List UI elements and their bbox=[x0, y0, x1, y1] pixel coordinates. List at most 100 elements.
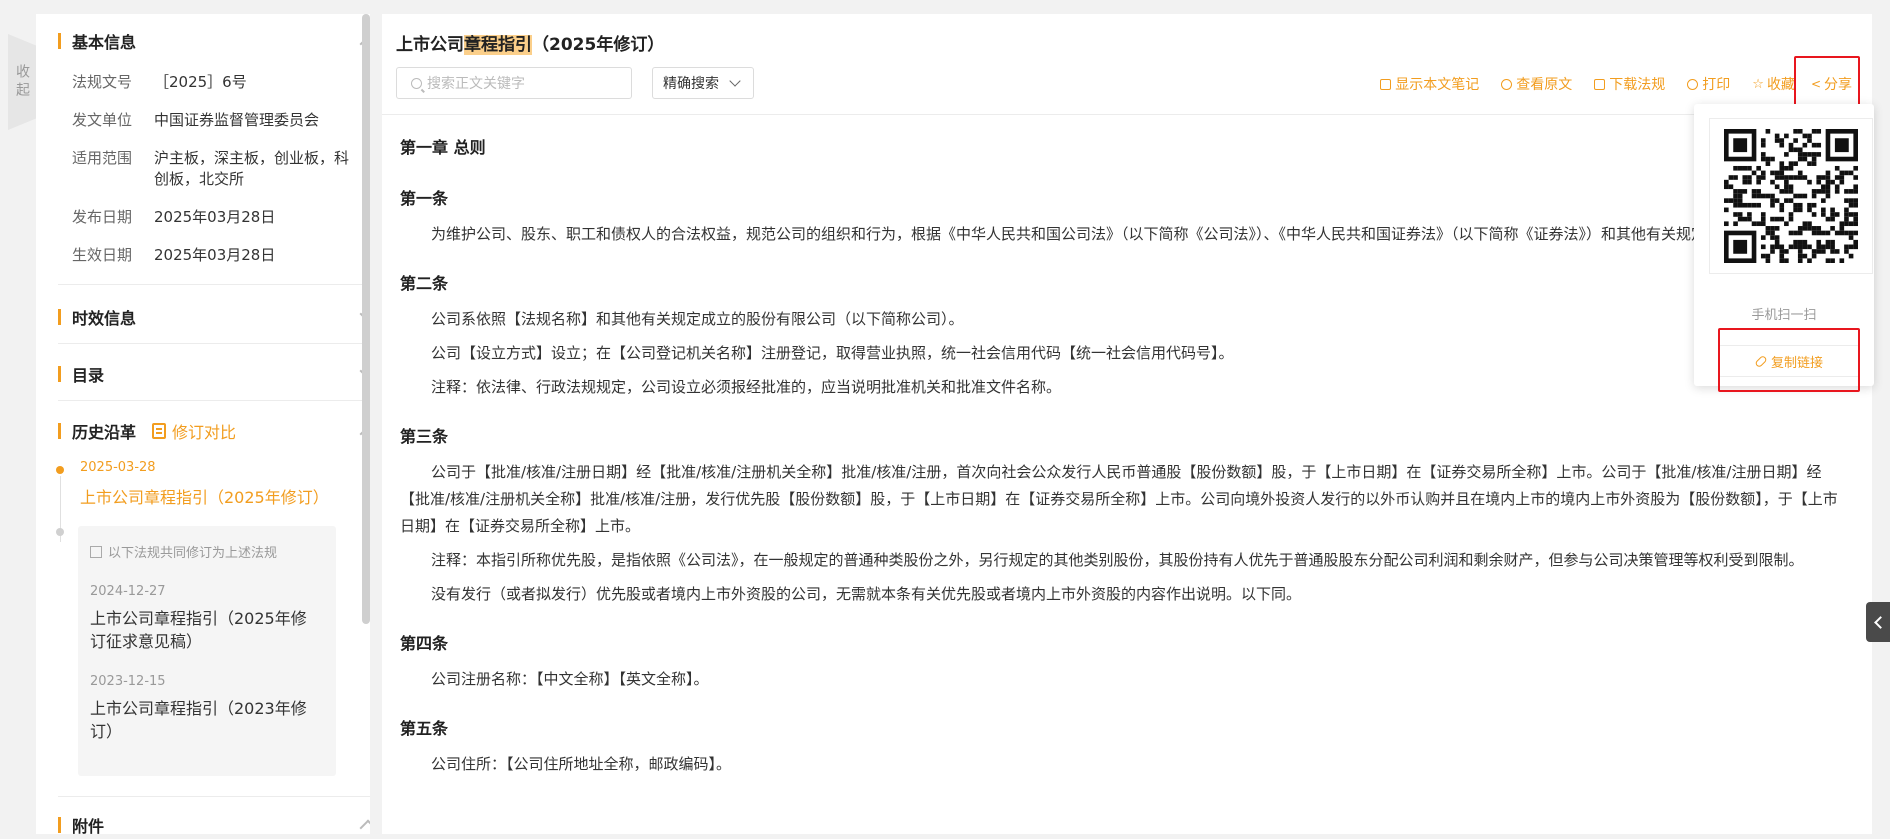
history-item-title[interactable]: 上市公司章程指引（2023年修订） bbox=[90, 697, 320, 743]
article-title: 第三条 bbox=[400, 427, 449, 446]
favorite-label: 收藏 bbox=[1766, 77, 1795, 93]
info-sidebar: 基本信息 法规文号 ［2025］6号 发文单位 中国证券监督管理委员会 适用范围… bbox=[36, 14, 370, 834]
section-marker bbox=[58, 817, 61, 833]
chevron-up-icon[interactable] bbox=[359, 819, 370, 834]
note-icon bbox=[1380, 78, 1392, 90]
article-title: 第四条 bbox=[400, 634, 449, 653]
title-highlight: 章程指引 bbox=[464, 35, 532, 55]
info-value: 中国证券监督管理委员会 bbox=[154, 111, 320, 129]
basic-info-title: 基本信息 bbox=[72, 33, 137, 52]
article: 第二条 公司系依照【法规名称】和其他有关规定成立的股份有限公司（以下简称公司）。… bbox=[400, 270, 1848, 401]
section-marker bbox=[58, 366, 61, 382]
star-icon: ☆ bbox=[1752, 76, 1764, 92]
print-icon bbox=[1687, 78, 1699, 90]
document-panel: 上市公司章程指引（2025年修订） 搜索正文关键字 精确搜索 显示本文笔记 查看… bbox=[382, 14, 1872, 834]
history-item-date: 2023-12-15 bbox=[90, 674, 166, 689]
history-related-box: 以下法规共同修订为上述法规 2024-12-27 上市公司章程指引（2025年修… bbox=[78, 526, 336, 776]
article: 第四条 公司注册名称：【中文全称】【英文全称】。 bbox=[400, 630, 1848, 693]
search-input[interactable]: 搜索正文关键字 bbox=[396, 67, 632, 99]
article-paragraph: 公司于【批准/核准/注册日期】经【批准/核准/注册机关全称】批准/核准/注册，首… bbox=[400, 463, 1838, 535]
favorite-button[interactable]: ☆ 收藏 bbox=[1752, 74, 1795, 94]
revision-compare-link[interactable]: 修订对比 bbox=[152, 419, 236, 443]
toc-section: 目录 bbox=[58, 361, 370, 387]
title-suffix: （2025年修订） bbox=[532, 35, 665, 55]
article: 第五条 公司住所：【公司住所地址全称，邮政编码】。 bbox=[400, 715, 1848, 778]
info-value: ［2025］6号 bbox=[154, 73, 247, 91]
collapse-label: 收起 bbox=[14, 64, 30, 100]
download-label: 下载法规 bbox=[1609, 77, 1666, 93]
expand-panel-button[interactable] bbox=[1866, 602, 1890, 642]
article: 第三条 公司于【批准/核准/注册日期】经【批准/核准/注册机关全称】批准/核准/… bbox=[400, 423, 1848, 608]
history-note-text: 以下法规共同修订为上述法规 bbox=[108, 546, 278, 561]
view-original-label: 查看原文 bbox=[1516, 77, 1573, 93]
search-mode-value: 精确搜索 bbox=[663, 76, 719, 92]
history-header[interactable]: 历史沿革 修订对比 bbox=[58, 418, 370, 444]
document-body: 第一章 总则 第一条 为维护公司、股东、职工和债权人的合法权益，规范公司的组织和… bbox=[400, 134, 1848, 800]
search-icon bbox=[411, 77, 422, 89]
info-row-issuer: 发文单位 中国证券监督管理委员会 bbox=[72, 110, 370, 131]
share-highlight-box bbox=[1794, 56, 1860, 106]
tree-structure-icon bbox=[90, 545, 102, 558]
toolbar-divider bbox=[382, 114, 1872, 115]
attachment-section: 附件 bbox=[58, 812, 370, 834]
article-paragraph: 公司系依照【法规名称】和其他有关规定成立的股份有限公司（以下简称公司）。 bbox=[431, 310, 964, 328]
collapse-sidebar-button[interactable]: 收起 bbox=[8, 34, 36, 130]
article-title: 第一条 bbox=[400, 189, 449, 208]
section-marker bbox=[58, 423, 61, 439]
chevron-left-icon bbox=[1873, 615, 1887, 629]
timeline-dot-current bbox=[56, 466, 64, 474]
divider bbox=[58, 400, 370, 401]
article-paragraph: 公司【设立方式】设立；在【公司登记机关名称】注册登记，取得营业执照，统一社会信用… bbox=[431, 344, 1234, 362]
sidebar-scrollbar[interactable] bbox=[362, 14, 370, 624]
section-marker bbox=[58, 33, 61, 49]
validity-section: 时效信息 bbox=[58, 304, 370, 330]
history-related-note: 以下法规共同修订为上述法规 bbox=[90, 542, 277, 561]
download-icon bbox=[1594, 78, 1606, 90]
download-button[interactable]: 下载法规 bbox=[1594, 74, 1665, 94]
qr-code-icon bbox=[1724, 129, 1858, 263]
document-compare-icon bbox=[152, 423, 167, 439]
toc-title: 目录 bbox=[72, 366, 105, 385]
article-paragraph: 公司注册名称：【中文全称】【英文全称】。 bbox=[431, 670, 709, 688]
print-label: 打印 bbox=[1702, 77, 1731, 93]
info-value: 沪主板，深主板，创业板，科创板，北交所 bbox=[154, 149, 350, 188]
article-paragraph: 注释：依法律、行政法规规定，公司设立必须报经批准的，应当说明批准机关和批准文件名… bbox=[431, 378, 1062, 396]
info-row-effective-date: 生效日期 2025年03月28日 bbox=[72, 245, 370, 266]
info-value: 2025年03月28日 bbox=[154, 208, 276, 226]
article-title: 第二条 bbox=[400, 274, 449, 293]
divider bbox=[58, 284, 370, 285]
revision-compare-label: 修订对比 bbox=[172, 423, 237, 442]
section-marker bbox=[58, 309, 61, 325]
article-paragraph: 公司住所：【公司住所地址全称，邮政编码】。 bbox=[431, 755, 732, 773]
info-row-doc-number: 法规文号 ［2025］6号 bbox=[72, 72, 370, 93]
info-label: 适用范围 bbox=[72, 149, 133, 167]
qr-code-frame bbox=[1709, 118, 1873, 274]
basic-info-header[interactable]: 基本信息 bbox=[58, 28, 370, 54]
info-row-scope: 适用范围 沪主板，深主板，创业板，科创板，北交所 bbox=[72, 148, 370, 190]
history-current-title[interactable]: 上市公司章程指引（2025年修订） bbox=[80, 484, 329, 508]
scan-hint: 手机扫一扫 bbox=[1751, 308, 1817, 323]
article-paragraph: 没有发行（或者拟发行）优先股或者境内上市外资股的公司，无需就本条有关优先股或者境… bbox=[431, 585, 1302, 603]
info-label: 发布日期 bbox=[72, 208, 133, 226]
chapter-heading: 第一章 总则 bbox=[400, 138, 486, 157]
history-item-title[interactable]: 上市公司章程指引（2025年修订征求意见稿） bbox=[90, 607, 320, 653]
attachment-header[interactable]: 附件 bbox=[58, 812, 370, 834]
print-button[interactable]: 打印 bbox=[1687, 74, 1730, 94]
info-value: 2025年03月28日 bbox=[154, 246, 276, 264]
chevron-down-icon bbox=[729, 75, 741, 87]
history-current-date: 2025-03-28 bbox=[80, 460, 156, 475]
toc-header[interactable]: 目录 bbox=[58, 361, 370, 387]
search-mode-select[interactable]: 精确搜索 bbox=[652, 67, 754, 99]
show-notes-label: 显示本文笔记 bbox=[1395, 77, 1480, 93]
link-icon bbox=[1501, 78, 1513, 90]
attachment-title: 附件 bbox=[72, 817, 105, 834]
title-prefix: 上市公司 bbox=[396, 35, 464, 55]
article: 第一条 为维护公司、股东、职工和债权人的合法权益，规范公司的组织和行为，根据《中… bbox=[400, 185, 1848, 248]
validity-header[interactable]: 时效信息 bbox=[58, 304, 370, 330]
view-original-button[interactable]: 查看原文 bbox=[1501, 74, 1572, 94]
show-notes-button[interactable]: 显示本文笔记 bbox=[1380, 74, 1479, 94]
history-title: 历史沿革 bbox=[72, 423, 137, 442]
copy-link-highlight-box bbox=[1718, 328, 1860, 392]
divider bbox=[58, 796, 370, 797]
history-section: 历史沿革 修订对比 bbox=[58, 418, 370, 444]
